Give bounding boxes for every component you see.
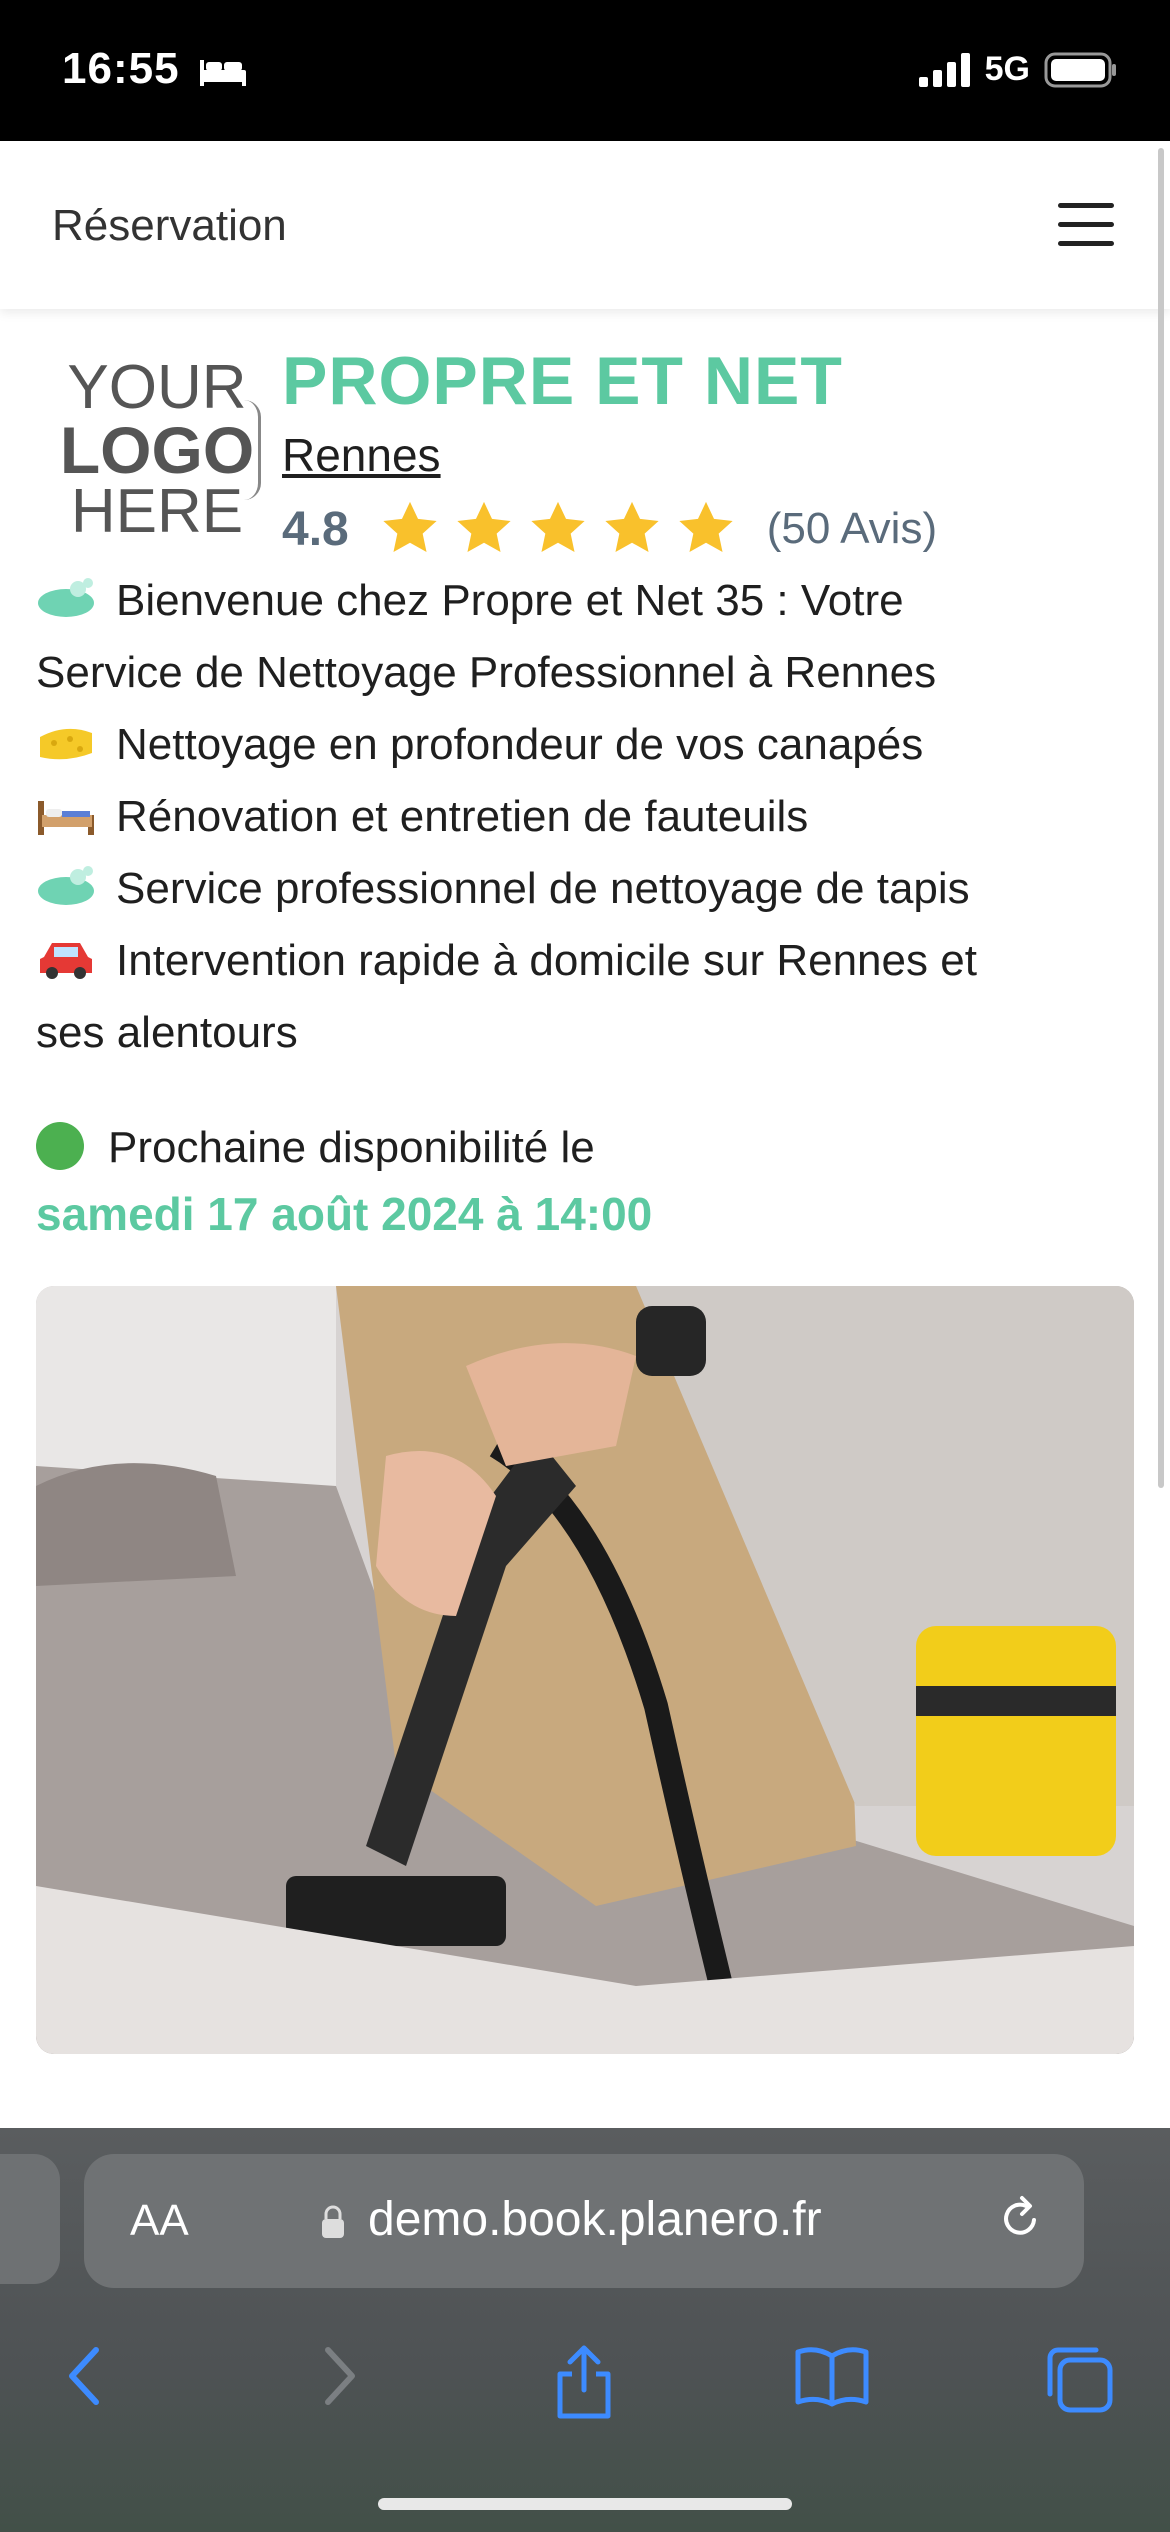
- url-text[interactable]: demo.book.planero.fr: [368, 2192, 822, 2247]
- forward-icon[interactable]: [320, 2344, 360, 2408]
- star-icon: [605, 501, 659, 552]
- bed-icon: [38, 801, 94, 835]
- bookmarks-icon[interactable]: [794, 2344, 870, 2408]
- page-header: Réservation: [0, 141, 1170, 309]
- sleep-mode-icon: [198, 56, 248, 93]
- description-line: Service de Nettoyage Professionnel à Ren…: [36, 648, 937, 697]
- previous-tab[interactable]: [0, 2154, 60, 2284]
- business-description: Bienvenue chez Propre et Net 35 : Votre …: [36, 565, 1126, 1069]
- description-line: Service professionnel de nettoyage de ta…: [36, 853, 1126, 925]
- lock-icon: [322, 2205, 344, 2238]
- next-availability-date[interactable]: samedi 17 août 2024 à 14:00: [36, 1184, 652, 1244]
- back-icon[interactable]: [64, 2344, 104, 2408]
- business-name: PROPRE ET NET: [282, 343, 843, 419]
- share-icon[interactable]: [552, 2344, 616, 2420]
- description-line: Bienvenue chez Propre et Net 35 : Votre: [36, 565, 1126, 637]
- reviews-count[interactable]: (50 Avis): [767, 504, 937, 554]
- car-icon: [40, 943, 92, 979]
- availability-status-dot: [36, 1122, 84, 1170]
- description-line: Intervention rapide à domicile sur Renne…: [36, 925, 1126, 997]
- description-line: Nettoyage en profondeur de vos canapés: [36, 709, 1126, 781]
- star-icon: [457, 501, 511, 552]
- availability-label: Prochaine disponibilité le: [36, 1112, 595, 1184]
- signal-icon: [918, 52, 970, 87]
- business-city-link[interactable]: Rennes: [282, 428, 441, 482]
- description-line: Rénovation et entretien de fauteuils: [36, 781, 1126, 853]
- business-logo: YOUR LOGO HERE: [59, 353, 255, 546]
- description-line: ses alentours: [36, 1008, 298, 1057]
- header-title[interactable]: Réservation: [52, 201, 287, 251]
- soap-icon: [38, 578, 94, 617]
- logo-decoration: [244, 400, 261, 500]
- star-icon: [531, 501, 585, 552]
- status-time: 16:55: [62, 44, 180, 93]
- rating-value: 4.8: [282, 502, 349, 556]
- soap-icon: [38, 866, 94, 905]
- rating-row[interactable]: 4.8 (50 Avis): [282, 498, 937, 560]
- star-icon: [383, 501, 437, 552]
- status-bar: 16:55 5G: [0, 0, 1170, 141]
- address-bar[interactable]: AA demo.book.planero.fr: [84, 2154, 1084, 2288]
- reload-icon[interactable]: [996, 2194, 1046, 2244]
- browser-toolbar: [0, 2324, 1170, 2424]
- home-indicator[interactable]: [378, 2498, 792, 2510]
- scrollbar[interactable]: [1158, 148, 1164, 1488]
- sponge-icon: [40, 728, 92, 760]
- star-icon: [679, 501, 733, 552]
- reader-settings-button[interactable]: AA: [130, 2196, 189, 2246]
- tabs-icon[interactable]: [1044, 2344, 1114, 2414]
- network-type: 5G: [984, 50, 1030, 88]
- menu-icon[interactable]: [1058, 203, 1114, 247]
- battery-icon: [1044, 52, 1116, 87]
- browser-chrome: AA demo.book.planero.fr: [0, 2128, 1170, 2532]
- business-photo: [36, 1286, 1134, 2054]
